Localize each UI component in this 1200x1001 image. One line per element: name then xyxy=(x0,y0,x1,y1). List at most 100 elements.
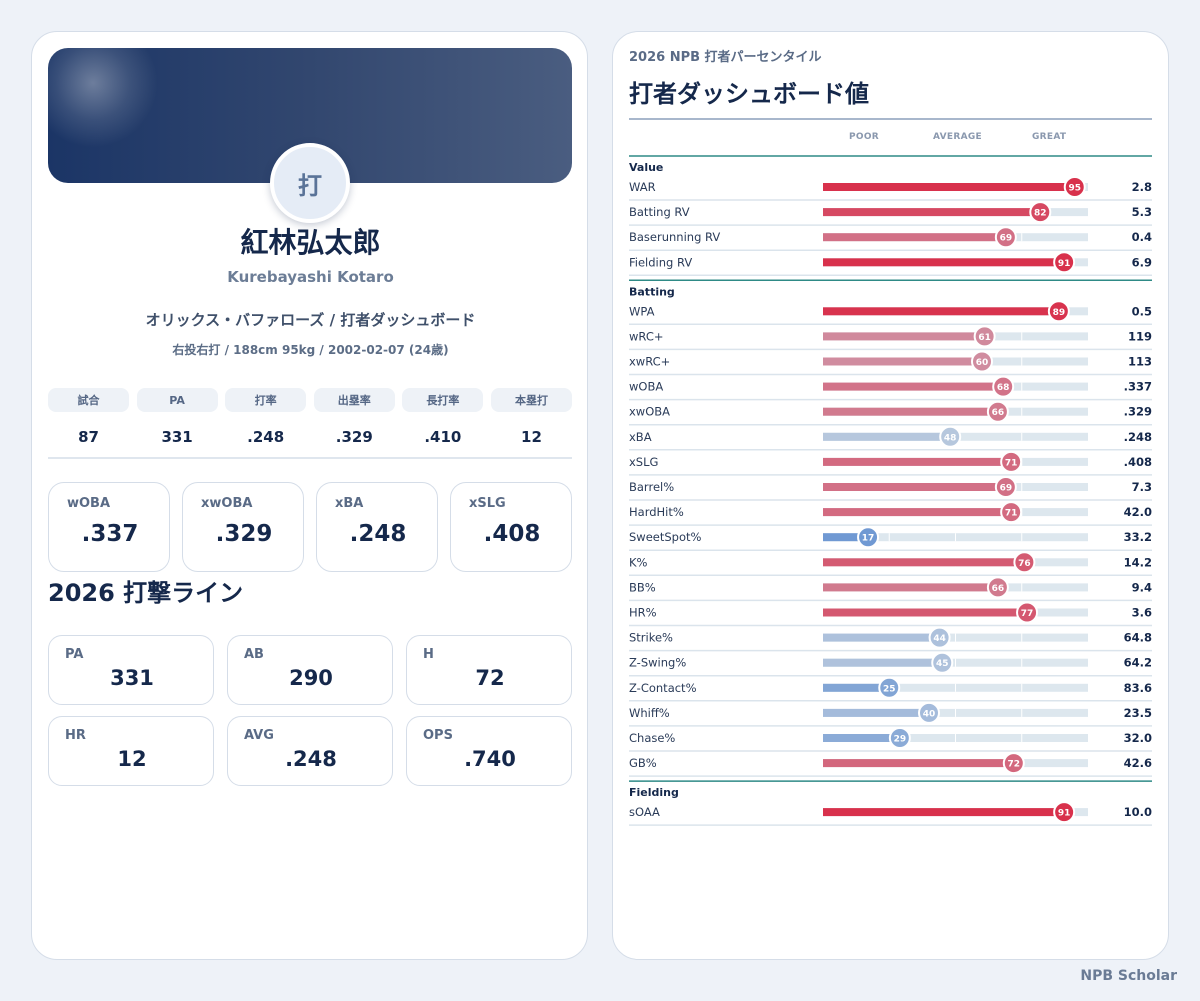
player-name: 紅林弘太郎 xyxy=(240,226,381,259)
percentile-value: 82 xyxy=(1034,209,1047,219)
metric-row-label: WPA xyxy=(629,304,655,318)
summary-stat-value: .410 xyxy=(424,428,462,446)
summary-stat-value: 331 xyxy=(161,428,193,446)
metric-row-label: GB% xyxy=(629,756,657,770)
metric-label: wOBA xyxy=(67,496,111,511)
metric-label: xSLG xyxy=(469,496,506,511)
batting-line-label: PA xyxy=(65,647,84,662)
metric-row-label: Chase% xyxy=(629,731,675,745)
summary-stat-label: 本塁打 xyxy=(490,388,572,412)
bar-fill xyxy=(823,508,1012,517)
metric-row-label: xSLG xyxy=(629,455,658,469)
metric-row-value: 6.9 xyxy=(1132,255,1152,269)
bar-fill xyxy=(823,734,900,742)
summary-stat-label: 打率 xyxy=(225,388,307,412)
bar-fill xyxy=(823,332,985,341)
metric-label: xBA xyxy=(335,496,364,511)
footer-brand: NPB Scholar xyxy=(1080,968,1177,984)
metric-value: .248 xyxy=(349,521,407,547)
summary-stat: 試合 87 xyxy=(48,388,129,446)
metric-row-label: BB% xyxy=(629,580,656,594)
summary-stat-label: 長打率 xyxy=(402,388,484,412)
batting-line-card: HR 12 xyxy=(48,716,214,786)
bar-fill xyxy=(823,583,998,592)
metric-card: xSLG .408 xyxy=(450,482,572,572)
summary-stat-value: .248 xyxy=(247,428,285,446)
player-bio: 右投右打 / 188cm 95kg / 2002-02-07 (24歳) xyxy=(172,343,449,357)
batting-line-card: AB 290 xyxy=(227,635,393,705)
percentile-value: 71 xyxy=(1005,458,1018,468)
percentile-chart: Value WAR 95 2.8 Batting RV 82 5.3 Baserunning … xyxy=(629,155,1152,826)
percentile-value: 68 xyxy=(997,383,1010,393)
batting-line-value: .248 xyxy=(285,747,337,771)
metric-row-value: 119 xyxy=(1128,329,1152,343)
percentile-value: 72 xyxy=(1008,760,1021,770)
bar-fill xyxy=(823,558,1025,567)
bar-fill xyxy=(823,258,1065,267)
metric-card: wOBA .337 xyxy=(48,482,170,572)
metric-row-value: 64.8 xyxy=(1124,631,1152,645)
metric-row-label: Batting RV xyxy=(629,205,690,219)
bar-fill xyxy=(823,658,943,667)
batting-line-value: 290 xyxy=(289,666,333,690)
metric-value: .408 xyxy=(483,521,541,547)
percentile-value: 69 xyxy=(1000,484,1013,494)
bar-fill xyxy=(823,633,940,642)
bar-fill xyxy=(823,432,951,441)
metric-row-value: .408 xyxy=(1124,455,1152,469)
metric-row-label: xBA xyxy=(629,430,652,444)
percentile-value: 66 xyxy=(992,584,1005,594)
bar-fill xyxy=(823,357,982,366)
metric-row-value: 9.4 xyxy=(1132,580,1152,594)
metric-row-label: HardHit% xyxy=(629,505,684,519)
metric-row-label: Baserunning RV xyxy=(629,230,720,244)
summary-stat-label: 試合 xyxy=(48,388,129,412)
avatar: 打 xyxy=(270,143,350,223)
percentile-card: 2026 NPB 打者パーセンタイル 打者ダッシュボード値 POOR AVERA… xyxy=(612,31,1169,960)
metric-row-label: SweetSpot% xyxy=(629,530,702,544)
summary-stat-label: 出塁率 xyxy=(313,388,395,412)
player-roman-name: Kurebayashi Kotaro xyxy=(227,268,394,286)
metric-row-label: K% xyxy=(629,555,648,569)
percentile-value: 76 xyxy=(1018,559,1031,569)
metric-row-value: 14.2 xyxy=(1124,555,1152,569)
batting-line-label: AVG xyxy=(244,728,274,743)
batting-line-label: HR xyxy=(65,728,86,743)
metric-row-value: 23.5 xyxy=(1124,706,1152,720)
percentile-value: 25 xyxy=(883,684,896,694)
metric-row-value: 7.3 xyxy=(1132,480,1152,494)
metric-row-value: .329 xyxy=(1124,405,1152,419)
section-label: Batting xyxy=(629,285,675,298)
summary-stat-label: PA xyxy=(136,388,218,412)
batting-line-card: OPS .740 xyxy=(406,716,572,786)
bar-fill xyxy=(823,208,1041,217)
percentile-value: 60 xyxy=(976,358,989,368)
metric-row-value: 32.0 xyxy=(1124,731,1152,745)
metric-row-label: sOAA xyxy=(629,805,660,819)
metric-row-label: wRC+ xyxy=(629,329,664,343)
metric-row-value: 2.8 xyxy=(1132,180,1152,194)
bar-fill xyxy=(823,233,1006,242)
bar-fill xyxy=(823,708,929,717)
batting-line-label: AB xyxy=(244,647,264,662)
metric-row-label: Z-Swing% xyxy=(629,656,686,670)
metric-row-value: 5.3 xyxy=(1132,205,1152,219)
bar-fill xyxy=(823,183,1075,191)
percentile-value: 91 xyxy=(1058,259,1071,269)
section-label: Value xyxy=(629,161,663,174)
bar-fill xyxy=(823,759,1014,768)
metric-row-label: WAR xyxy=(629,180,656,194)
percentile-value: 44 xyxy=(933,634,946,644)
metric-row-label: Z-Contact% xyxy=(629,681,697,695)
metric-row-value: 83.6 xyxy=(1124,681,1152,695)
batting-line-title: 2026 打撃ライン xyxy=(48,579,244,607)
percentile-value: 40 xyxy=(923,709,936,719)
metric-row-value: 113 xyxy=(1128,355,1152,369)
metric-row-value: 42.6 xyxy=(1124,756,1152,770)
percentile-value: 17 xyxy=(862,534,875,544)
summary-stat: 本塁打 12 xyxy=(490,388,572,446)
metric-value: .337 xyxy=(81,521,139,547)
player-team-line: オリックス・バファローズ / 打者ダッシュボード xyxy=(145,311,476,329)
metric-cards: wOBA .337 xwOBA .329 xBA .248 xSLG .408 xyxy=(48,482,572,572)
metric-row-label: HR% xyxy=(629,606,657,620)
